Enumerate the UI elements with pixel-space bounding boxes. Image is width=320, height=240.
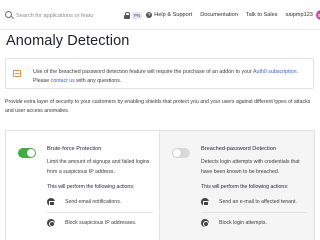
shield-panels: Brute-force Protection Limit the amount … <box>5 130 315 240</box>
toggle-knob <box>27 149 35 157</box>
notice-banner: Use of the breached password detection f… <box>5 58 314 89</box>
plan-badge: PN <box>132 11 143 19</box>
action-item: Block login attempts. <box>201 219 267 227</box>
account-menu[interactable]: saipmp123 SA <box>286 10 320 20</box>
documentation-link[interactable]: Documentation <box>200 12 238 18</box>
panel-title: Brute-force Protection <box>47 146 102 152</box>
divider <box>201 212 307 213</box>
actions-heading: This will perform the following actions: <box>47 184 135 190</box>
talk-to-sales-link[interactable]: Talk to Sales <box>246 12 278 18</box>
panel-description: Limit the amount of signups and failed l… <box>47 159 150 175</box>
lock-icon[interactable] <box>124 11 130 19</box>
brute-force-toggle[interactable] <box>18 148 36 158</box>
subscription-link[interactable]: Auth0 subscription <box>253 69 297 75</box>
block-icon <box>201 219 209 227</box>
brute-force-panel: Brute-force Protection Limit the amount … <box>6 131 160 240</box>
info-card-icon <box>13 70 21 77</box>
panel-title: Breached-password Detection <box>201 146 276 152</box>
block-icon <box>47 219 55 227</box>
help-support-link[interactable]: Help & Support <box>154 12 192 18</box>
search-icon <box>5 11 14 20</box>
panel-description: Detects login attempts with credentials … <box>201 159 300 175</box>
breached-password-toggle[interactable] <box>172 148 190 158</box>
intro-text: Provide extra layer of security to your … <box>5 99 311 114</box>
mail-icon <box>47 198 55 206</box>
page-title: Anomaly Detection <box>6 33 130 49</box>
notice-text: Use of the breached password detection f… <box>33 69 299 84</box>
help-icon: ? <box>146 12 153 18</box>
action-item: Block suspicious IP addresses. <box>47 219 136 227</box>
toggle-knob <box>173 149 181 157</box>
top-nav: PN ? Help & Support Documentation Talk t… <box>124 10 320 20</box>
username: saipmp123 <box>285 12 313 18</box>
search-box[interactable] <box>5 8 116 23</box>
mail-icon <box>201 198 209 206</box>
top-bar: PN ? Help & Support Documentation Talk t… <box>0 0 320 30</box>
actions-heading: This will perform the following actions: <box>201 184 289 190</box>
contact-us-link[interactable]: contact us <box>51 78 75 84</box>
breached-password-panel: Breached-password Detection Detects logi… <box>160 131 314 240</box>
search-input[interactable] <box>16 12 116 19</box>
avatar: SA <box>315 10 320 20</box>
divider <box>47 212 153 213</box>
action-item: Send an e-mail to affected tenant. <box>201 198 297 206</box>
action-item: Send email notifications. <box>47 198 121 206</box>
